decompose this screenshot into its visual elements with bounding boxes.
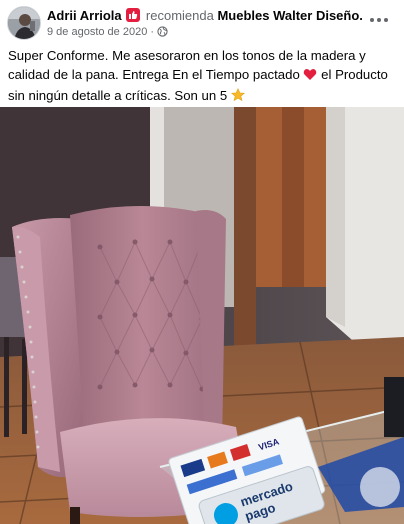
pink-tufted-chair-photo[interactable]: VISA mercado pago xyxy=(0,107,404,524)
heart-icon xyxy=(303,67,317,86)
page-name[interactable]: Muebles Walter Diseño. xyxy=(217,8,362,23)
star-icon xyxy=(230,88,245,107)
post-header: Adrii Arriola recomienda Muebles Walter … xyxy=(0,0,404,42)
globe-icon xyxy=(157,26,168,41)
meta-separator: · xyxy=(150,26,155,38)
more-horizontal-icon xyxy=(370,18,388,22)
review-text: Super Conforme. Me asesoraron en los ton… xyxy=(8,46,398,107)
post-meta: 9 de agosto de 2020 · xyxy=(47,25,168,41)
post-photo-illustration: VISA mercado pago xyxy=(0,107,404,524)
avatar-image xyxy=(8,7,40,39)
recommendation-badge-icon xyxy=(126,8,141,22)
author-line: Adrii Arriola recomienda Muebles Walter … xyxy=(47,7,363,24)
recommends-label: recomienda xyxy=(145,8,214,23)
post-date[interactable]: 9 de agosto de 2020 xyxy=(47,26,147,38)
more-options-button[interactable] xyxy=(368,12,390,28)
author-name[interactable]: Adrii Arriola xyxy=(47,8,122,23)
avatar[interactable] xyxy=(7,6,41,40)
